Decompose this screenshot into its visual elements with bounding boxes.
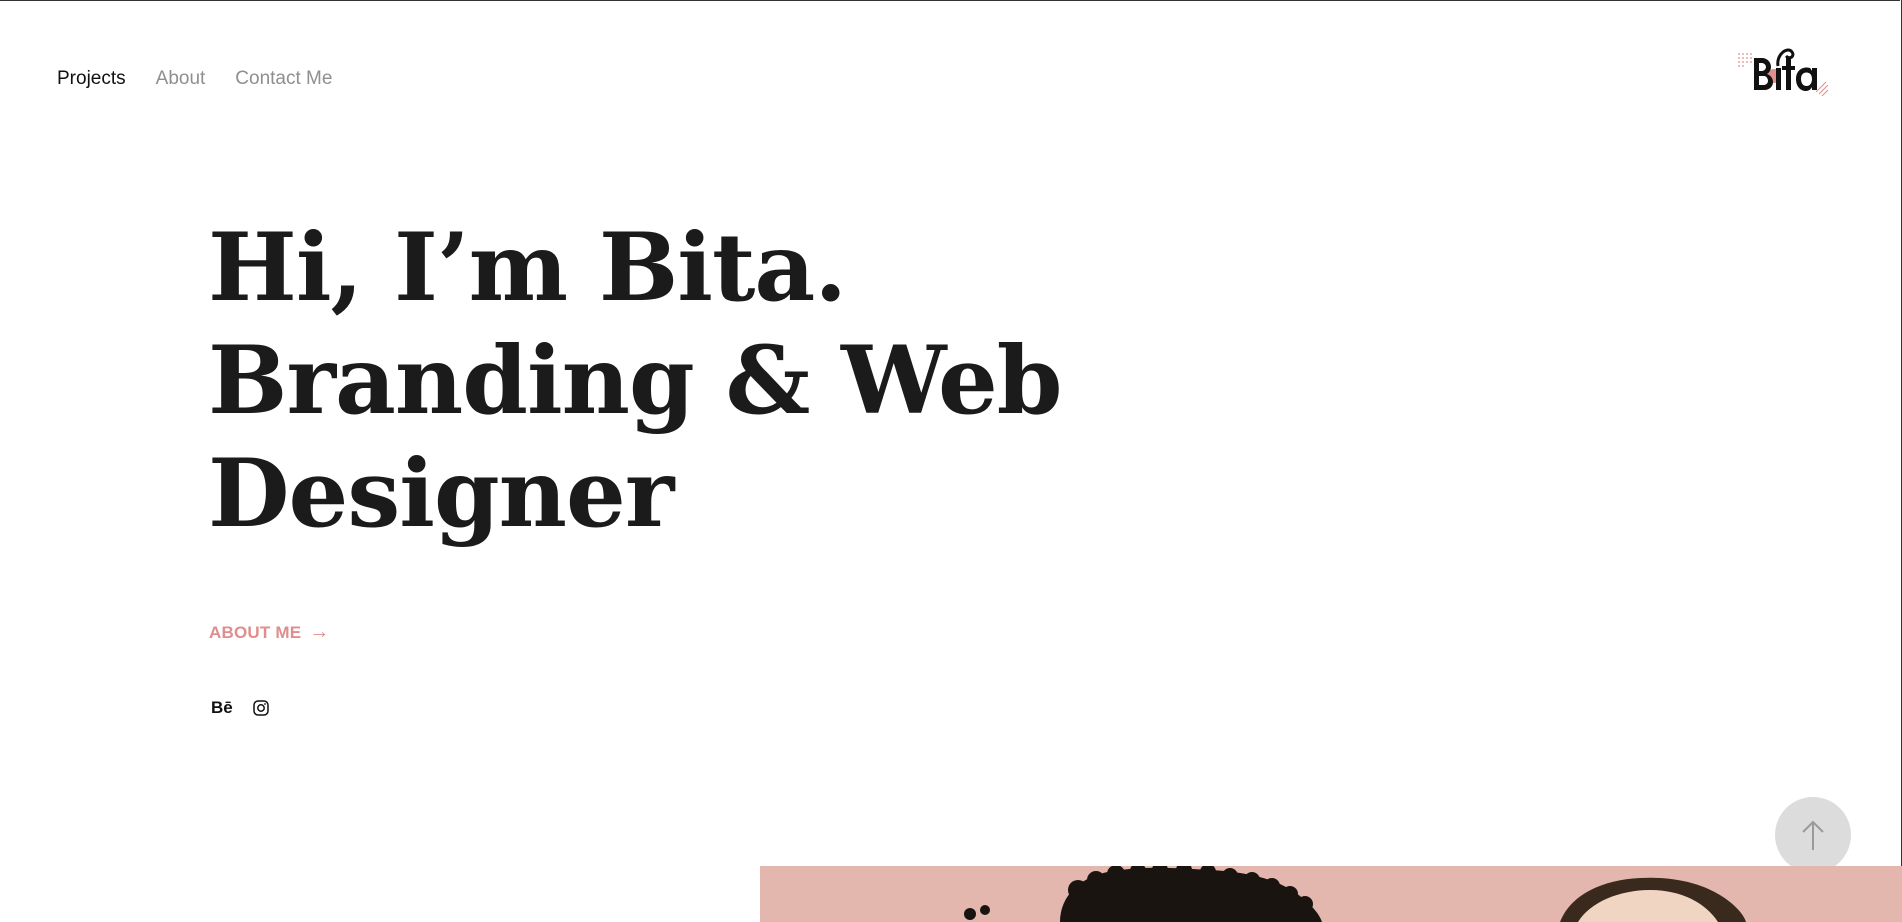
behance-icon[interactable]: Bē [211,698,233,718]
social-links: Bē [211,698,269,718]
nav-item-about[interactable]: About [156,68,206,90]
hero-heading: Hi, I’m Bita. Branding & Web Designer [208,212,1108,551]
portrait-image [760,866,1902,922]
nav-item-projects[interactable]: Projects [57,68,126,90]
main-nav: Projects About Contact Me [57,68,332,90]
hero-line-1: Hi, I’m Bita. [208,213,847,323]
instagram-icon[interactable] [252,700,269,716]
about-me-label: ABOUT ME [209,622,302,642]
bita-logo-icon [1738,48,1829,97]
scroll-to-top-button[interactable] [1775,797,1851,873]
arrow-up-icon [1802,820,1824,850]
about-me-link[interactable]: ABOUT ME → [209,621,329,644]
hero-line-2: Branding & Web [208,326,1062,436]
hero-photo [760,866,1902,922]
window-top-border [0,0,1900,1]
hero-line-3: Designer [208,439,674,549]
nav-item-contact[interactable]: Contact Me [235,68,332,90]
arrow-right-icon: → [309,621,330,643]
site-logo[interactable] [1736,44,1829,100]
